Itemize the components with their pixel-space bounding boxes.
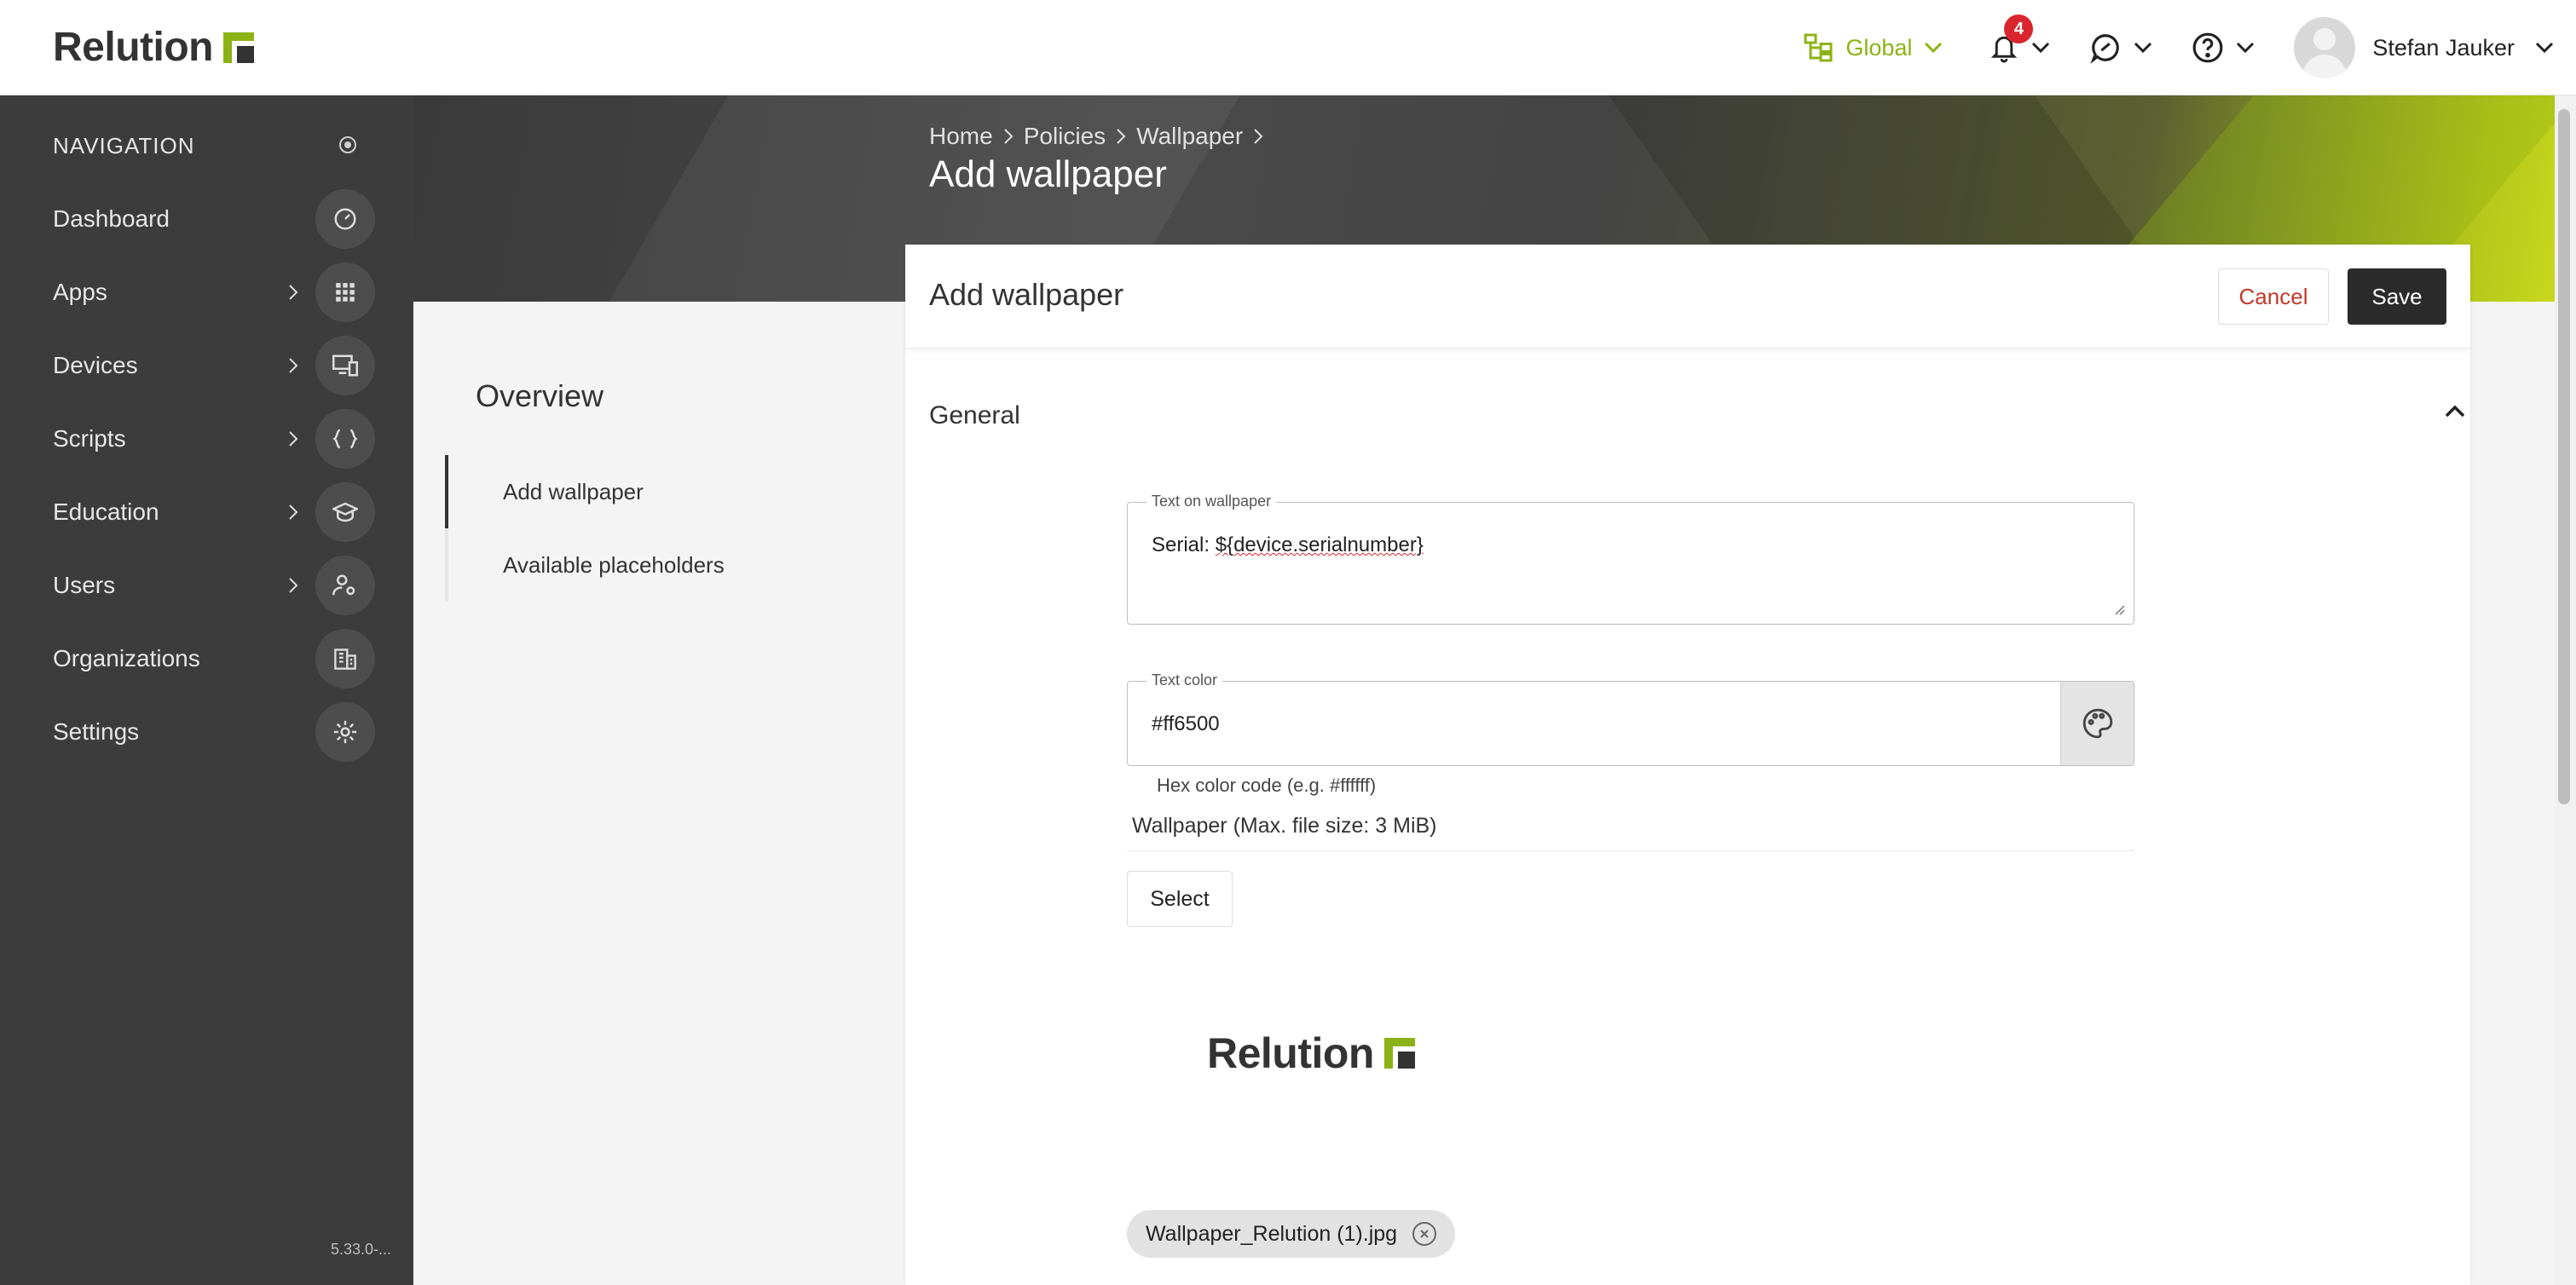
breadcrumb: Home Policies Wallpaper: [929, 123, 1274, 150]
org-selector[interactable]: Global: [1803, 32, 1955, 63]
overview-title: Overview: [476, 378, 604, 413]
sidebar-item-label: Apps: [53, 279, 107, 305]
chevron-up-icon[interactable]: [2445, 405, 2465, 418]
sidebar-item-label: Organizations: [53, 645, 200, 671]
chevron-down-icon: [2535, 42, 2554, 54]
field-value: #ff6500: [1152, 712, 1220, 735]
scrollbar[interactable]: [2555, 95, 2576, 1285]
users-icon: [315, 556, 375, 615]
sidebar-item-settings[interactable]: Settings: [0, 695, 413, 769]
top-right-controls: Global 4 Stefan Jauker: [1803, 0, 2576, 95]
breadcrumb-wallpaper[interactable]: Wallpaper: [1136, 123, 1243, 150]
devices-icon: [315, 336, 375, 395]
chevron-right-icon: [289, 285, 298, 300]
gear-icon: [315, 702, 375, 762]
text-color-field[interactable]: Text color #ff6500: [1127, 671, 2134, 766]
chat-bubble-icon: [2090, 34, 2120, 64]
sidebar-item-label: Education: [53, 498, 159, 525]
logo-mark-icon: [222, 32, 254, 63]
avatar: [2294, 17, 2356, 78]
chevron-down-icon: [2032, 42, 2050, 54]
preview-logo-text: Relution: [1207, 1029, 1374, 1077]
help-circle-icon: [2192, 32, 2223, 63]
chevron-right-icon: [1117, 129, 1126, 144]
org-label: Global: [1845, 34, 1913, 61]
save-button[interactable]: Save: [2348, 268, 2446, 325]
feedback-button[interactable]: [2089, 32, 2152, 64]
chevron-right-icon: [289, 431, 298, 447]
field-label: Text on wallpaper: [1146, 493, 1277, 510]
chevron-right-icon: [1254, 129, 1263, 144]
remove-file-icon[interactable]: [1412, 1222, 1437, 1246]
top-bar: Relution Global 4 Stefan Jauker: [0, 0, 2576, 95]
code-braces-icon: [315, 409, 375, 469]
file-name: Wallpaper_Relution (1).jpg: [1146, 1221, 1398, 1246]
sidebar-item-education[interactable]: Education: [0, 475, 413, 549]
select-file-button[interactable]: Select: [1127, 871, 1233, 927]
page-title: Add wallpaper: [929, 153, 1167, 195]
cancel-button[interactable]: Cancel: [2218, 268, 2329, 325]
overview-nav: Add wallpaper Available placeholders: [445, 455, 871, 602]
app-logo[interactable]: Relution: [53, 24, 254, 71]
logo-mark-icon: [1383, 1038, 1415, 1069]
wallpaper-form-card: Add wallpaper Cancel Save General Text o…: [905, 245, 2470, 1285]
sidebar: NAVIGATION Dashboard Apps Devices Script…: [0, 95, 413, 1285]
version-label: 5.33.0-...: [331, 1241, 392, 1258]
chevron-right-icon: [289, 578, 298, 593]
chevron-down-icon: [2237, 42, 2255, 54]
overview-item-add-wallpaper[interactable]: Add wallpaper: [445, 455, 871, 528]
card-header: Add wallpaper Cancel Save: [905, 245, 2470, 349]
sidebar-item-users[interactable]: Users: [0, 549, 413, 622]
sidebar-item-organizations[interactable]: Organizations: [0, 622, 413, 695]
sidebar-item-dashboard[interactable]: Dashboard: [0, 182, 413, 256]
sidebar-item-label: Users: [53, 572, 116, 598]
color-hint: Hex color code (e.g. #ffffff): [1157, 775, 1377, 796]
sidebar-item-scripts[interactable]: Scripts: [0, 402, 413, 475]
user-name: Stefan Jauker: [2372, 34, 2515, 61]
sidebar-item-label: Scripts: [53, 425, 126, 452]
building-icon: [315, 629, 375, 689]
file-chip: Wallpaper_Relution (1).jpg: [1127, 1210, 1456, 1258]
chevron-right-icon: [1003, 129, 1014, 144]
user-menu[interactable]: Stefan Jauker: [2294, 17, 2554, 78]
chevron-down-icon: [1925, 42, 1943, 54]
sidebar-item-devices[interactable]: Devices: [0, 329, 413, 402]
notifications-button[interactable]: 4: [1989, 14, 2050, 64]
sidebar-item-label: Settings: [53, 718, 140, 745]
section-title-general: General: [929, 401, 1020, 429]
pin-icon[interactable]: [339, 136, 356, 153]
chevron-right-icon: [289, 358, 298, 373]
chevron-right-icon: [289, 504, 298, 520]
wallpaper-preview: Relution: [1207, 1029, 1415, 1078]
breadcrumb-policies[interactable]: Policies: [1024, 123, 1106, 150]
logo-text: Relution: [53, 25, 213, 70]
grid-icon: [315, 262, 375, 322]
help-button[interactable]: [2192, 32, 2255, 64]
sidebar-item-label: Dashboard: [53, 205, 170, 232]
field-label: Text color: [1146, 671, 1223, 689]
wallpaper-text-field[interactable]: Text on wallpaper Serial: ${device.seria…: [1127, 493, 2134, 625]
card-title: Add wallpaper: [929, 277, 1124, 312]
wallpaper-file-label: Wallpaper (Max. file size: 3 MiB): [1132, 814, 1437, 838]
org-tree-icon: [1804, 33, 1833, 62]
chevron-down-icon: [2134, 42, 2152, 54]
sidebar-item-apps[interactable]: Apps: [0, 256, 413, 329]
divider: [1127, 850, 2134, 851]
gauge-icon: [315, 189, 375, 249]
breadcrumb-home[interactable]: Home: [929, 123, 993, 150]
notification-badge: 4: [2004, 14, 2034, 43]
field-value: Serial: ${device.serialnumber}: [1152, 533, 1424, 556]
overview-item-available-placeholders[interactable]: Available placeholders: [445, 528, 871, 602]
nav-header: NAVIGATION: [53, 133, 195, 158]
graduation-cap-icon: [315, 482, 375, 542]
resize-handle-icon[interactable]: [2111, 602, 2125, 615]
scroll-thumb[interactable]: [2558, 109, 2570, 804]
palette-icon[interactable]: [2060, 682, 2134, 765]
sidebar-item-label: Devices: [53, 352, 138, 378]
